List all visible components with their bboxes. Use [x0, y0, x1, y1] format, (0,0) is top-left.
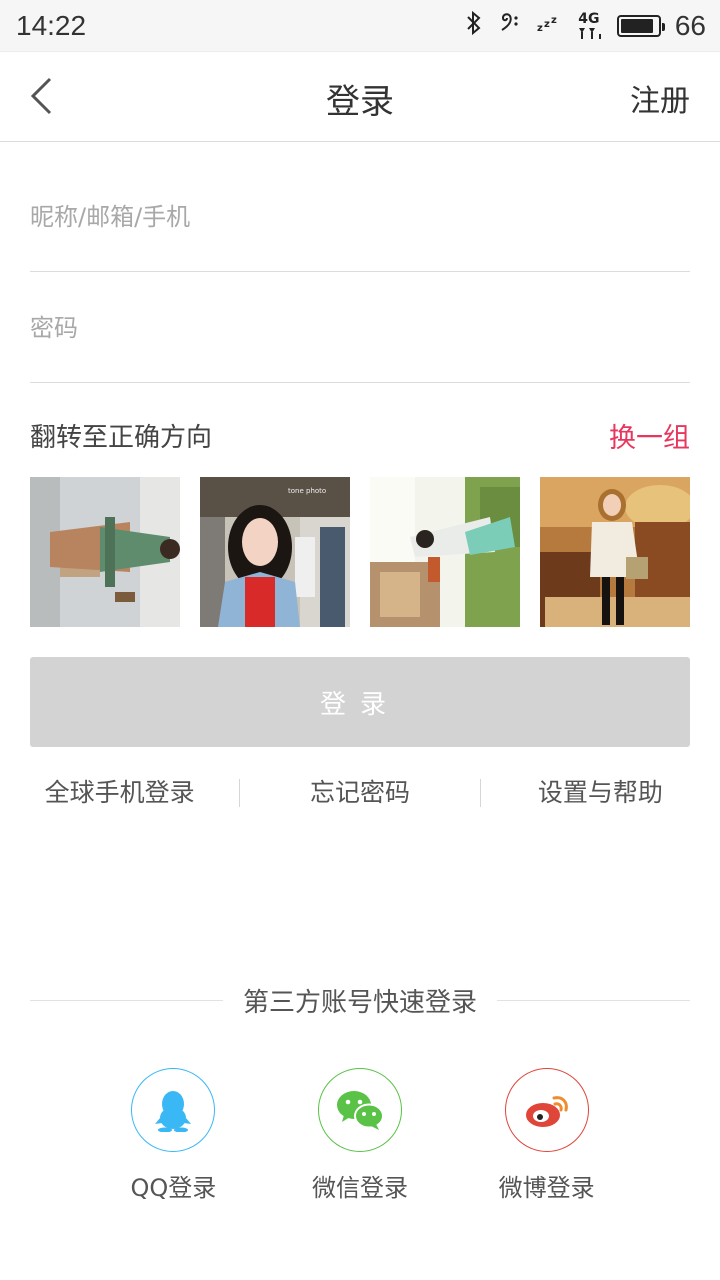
qq-login-label: QQ登录	[130, 1174, 217, 1202]
network-type: 4G	[578, 10, 600, 27]
svg-text:tone photo: tone photo	[288, 487, 326, 495]
third-party-logins: QQ登录 微信登录 微博登录	[0, 1068, 720, 1203]
weibo-login-button[interactable]: 微博登录	[467, 1068, 627, 1203]
third-party-title: 第三方账号快速登录	[243, 987, 478, 1018]
captcha-header: 翻转至正确方向 换一组	[30, 416, 690, 455]
sleep-icon: zzz	[537, 13, 561, 38]
divider	[497, 999, 691, 1001]
weibo-icon	[525, 1096, 568, 1127]
qq-login-button[interactable]: QQ登录	[93, 1068, 253, 1203]
page-title: 登录	[326, 82, 394, 122]
captcha-image-3[interactable]	[370, 477, 520, 627]
svg-text:z: z	[551, 15, 557, 26]
battery-icon	[616, 14, 665, 37]
bluetooth-icon	[465, 10, 483, 41]
password-field-container	[30, 273, 690, 383]
password-input[interactable]	[30, 273, 690, 382]
status-time: 14:22	[16, 9, 87, 41]
captcha-image-1[interactable]	[30, 477, 180, 627]
qq-penguin-icon	[155, 1091, 192, 1132]
svg-text:z: z	[537, 23, 543, 33]
battery-fill	[620, 18, 653, 33]
register-button[interactable]: 注册	[630, 76, 690, 120]
signal-icon: 4G	[575, 12, 603, 40]
username-input[interactable]	[30, 162, 690, 271]
weibo-circle	[504, 1068, 589, 1152]
global-phone-login-link[interactable]: 全球手机登录	[0, 770, 239, 816]
forgot-password-link[interactable]: 忘记密码	[240, 770, 479, 816]
status-icons: zzz 4G 66	[465, 10, 706, 42]
captcha-image-4[interactable]	[540, 477, 690, 627]
svg-text:z: z	[544, 19, 550, 30]
login-button[interactable]: 登录	[30, 657, 690, 747]
music-note-icon	[497, 10, 523, 41]
status-bar: 14:22 zzz 4G 66	[0, 0, 720, 52]
third-party-header: 第三方账号快速登录	[30, 980, 691, 1020]
wechat-icon	[336, 1091, 384, 1130]
wechat-login-label: 微信登录	[311, 1174, 408, 1202]
nav-bar: 登录 注册	[0, 52, 720, 142]
qq-circle	[131, 1068, 216, 1152]
wechat-login-button[interactable]: 微信登录	[280, 1068, 440, 1203]
battery-percentage: 66	[674, 9, 706, 41]
captcha-image-2[interactable]: tone photo	[200, 477, 350, 627]
wechat-circle	[317, 1068, 402, 1152]
settings-help-link[interactable]: 设置与帮助	[481, 770, 720, 816]
secondary-links: 全球手机登录 忘记密码 设置与帮助	[0, 770, 720, 816]
weibo-login-label: 微博登录	[498, 1174, 595, 1202]
captcha-instruction: 翻转至正确方向	[30, 423, 213, 453]
captcha-refresh-button[interactable]: 换一组	[609, 416, 690, 455]
captcha-images: tone photo	[30, 477, 690, 627]
divider	[30, 999, 223, 1001]
username-field-container	[30, 162, 690, 272]
